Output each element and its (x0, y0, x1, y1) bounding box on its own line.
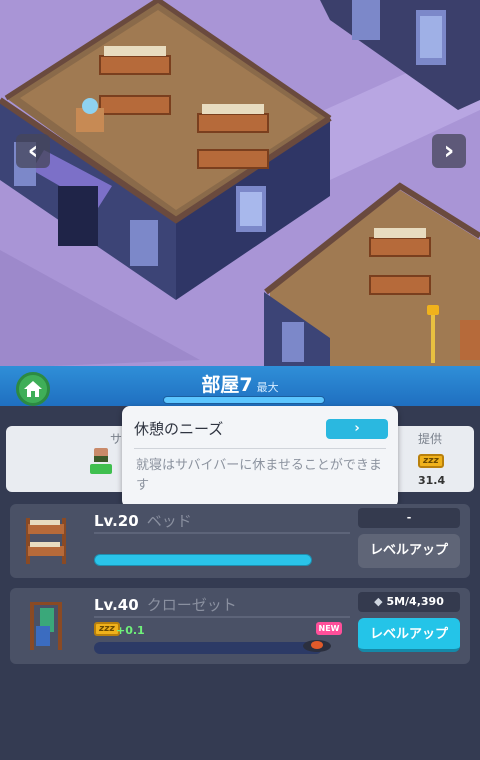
rest-supply-icon: zzz (418, 454, 444, 468)
room-level-progress (163, 396, 325, 404)
closet-level-bar (94, 642, 322, 654)
closet-rack-icon (30, 602, 62, 650)
closet-price-value: 5M/4,390 (386, 595, 444, 608)
closet-price: ◆ 5M/4,390 (358, 592, 460, 612)
tooltip-divider (134, 448, 386, 449)
bed-upgrade-card: Lv.20 ベッド - レベルアップ (10, 504, 470, 578)
closet-divider (94, 616, 350, 618)
room-name: 部屋7 (201, 374, 253, 396)
room-panel: 部屋7 最大 サ 提供 zzz 31.4 休憩のニーズ › 就寝はサバイバーに休ま… (0, 366, 480, 760)
new-badge: NEW (316, 622, 342, 635)
rest-needs-tooltip: 休憩のニーズ › 就寝はサバイバーに休ませることができます (122, 406, 398, 508)
survivor-avatar-icon (90, 448, 112, 474)
room-scene-illustration (0, 0, 480, 368)
room-max-label: 最大 (256, 381, 279, 394)
campfire-icon (303, 640, 331, 652)
bunk-bed-icon (26, 518, 66, 564)
scene-prev-arrow[interactable]: ‹ (16, 134, 50, 168)
closet-level: Lv.40 クローゼット (94, 594, 237, 615)
bed-level-up-button[interactable]: レベルアップ (358, 534, 460, 568)
survivor-column-label: サ (110, 432, 123, 446)
bed-divider (94, 532, 350, 534)
tooltip-description: 就寝はサバイバーに休ませることができます (136, 458, 382, 493)
closet-level-up-button[interactable]: レベルアップ (358, 618, 460, 652)
closet-level-value: Lv.40 (94, 596, 139, 614)
game-scene[interactable]: ‹ › (0, 0, 480, 368)
scene-next-arrow[interactable]: › (432, 134, 466, 168)
tooltip-title: 休憩のニーズ (134, 420, 224, 438)
tooltip-go-button[interactable]: › (326, 419, 388, 439)
closet-upgrade-card: Lv.40 クローゼット zzz +0.1 NEW ◆ 5M/4,390 レベルア… (10, 588, 470, 664)
bed-name: ベッド (146, 512, 192, 530)
room-header: 部屋7 最大 (0, 366, 480, 406)
supply-value: 31.4 (418, 474, 446, 487)
bed-price: - (358, 508, 460, 528)
supply-column-label: 提供 (418, 432, 443, 446)
bed-level: Lv.20 ベッド (94, 510, 192, 531)
bed-level-value: Lv.20 (94, 512, 139, 530)
sleep-indicator-icon (427, 305, 439, 363)
closet-bonus: +0.1 (116, 624, 145, 637)
closet-name: クローゼット (146, 596, 237, 614)
bed-level-bar (94, 554, 312, 566)
gem-icon: ◆ (374, 595, 387, 608)
room-title: 部屋7 最大 (0, 370, 480, 397)
